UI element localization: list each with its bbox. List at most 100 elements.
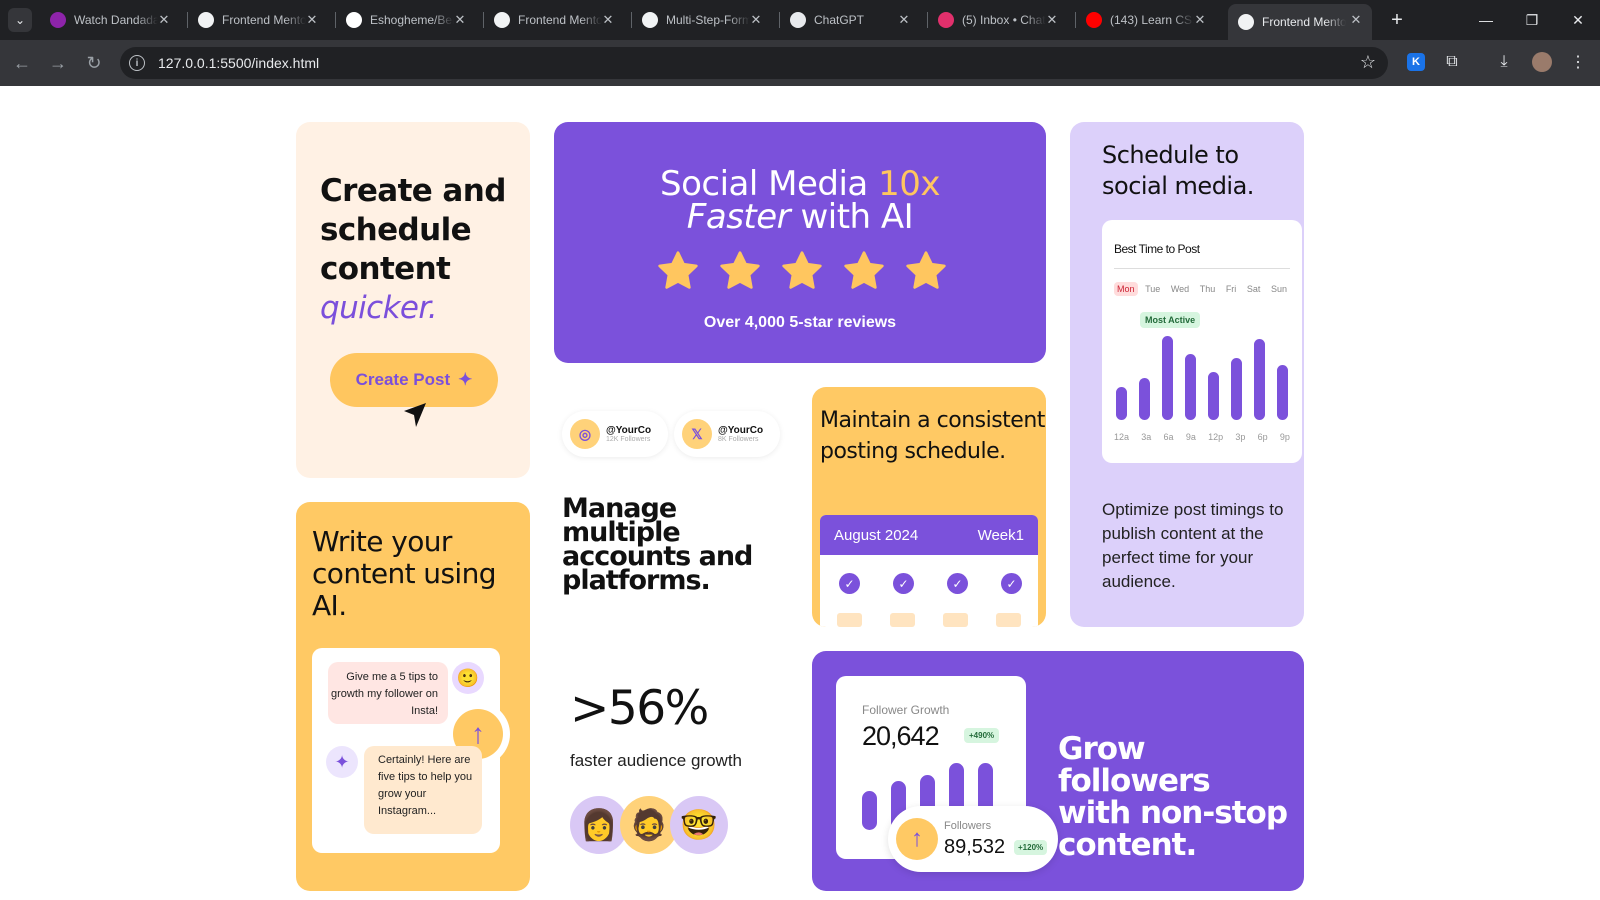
reload-button[interactable]: ↻ (80, 49, 108, 77)
site-info-icon[interactable]: i (129, 55, 145, 71)
calendar-header: August 2024 Week1 (820, 515, 1038, 555)
browser-tab[interactable]: Frontend Mentor ✕ (484, 4, 624, 36)
user-avatar: 🙂 (452, 662, 484, 694)
rating-stars (656, 250, 948, 292)
hour-label: 9p (1279, 432, 1290, 442)
browser-tab[interactable]: Multi-Step-Form ✕ (632, 4, 772, 36)
instagram-account-pill: ◎ @YourCo 12K Followers (562, 411, 668, 457)
close-tab-icon[interactable]: ✕ (452, 12, 468, 28)
browser-tab[interactable]: (5) Inbox • Chats ✕ (928, 4, 1068, 36)
favicon-icon (1238, 14, 1254, 30)
hour-label: 12p (1208, 432, 1224, 442)
more-menu-icon[interactable]: ⋮ (1566, 50, 1590, 74)
create-heading-line2: schedule (320, 212, 472, 248)
tab-title: Watch Dandadan (74, 13, 158, 27)
follower-bar (862, 791, 877, 830)
instagram-icon: ◎ (570, 419, 600, 449)
favicon-icon (938, 12, 954, 28)
account-handle: @YourCo (606, 425, 652, 436)
close-tab-icon[interactable]: ✕ (896, 12, 912, 28)
schedule-title: Schedule to social media. (1102, 141, 1254, 200)
activity-bar (1254, 339, 1265, 420)
close-tab-icon[interactable]: ✕ (748, 12, 764, 28)
followers-badge: +120% (1014, 840, 1048, 855)
browser-tab[interactable]: (143) Learn CSS ✕ (1076, 4, 1216, 36)
restore-button[interactable]: ❐ (1509, 0, 1555, 40)
close-tab-icon[interactable]: ✕ (156, 12, 172, 28)
hour-label: 3a (1141, 432, 1152, 442)
address-bar[interactable]: i 127.0.0.1:5500/index.html ☆ (120, 47, 1388, 79)
day-selector: Mon Tue Wed Thu Fri Sat Sun (1114, 282, 1290, 296)
day-label[interactable]: Mon (1114, 282, 1138, 296)
calendar-slot (996, 613, 1021, 627)
download-icon[interactable]: ⤓ (1492, 50, 1516, 74)
close-window-button[interactable]: ✕ (1555, 0, 1600, 40)
growth-label: faster audience growth (570, 751, 742, 770)
bookmark-star-icon[interactable]: ☆ (1360, 52, 1376, 73)
extensions-puzzle-icon[interactable]: ⧉ (1440, 50, 1464, 74)
close-tab-icon[interactable]: ✕ (1192, 12, 1208, 28)
consistent-card: Maintain a consistent posting schedule. … (812, 387, 1046, 627)
url-text[interactable]: 127.0.0.1:5500/index.html (158, 55, 319, 71)
divider (1114, 268, 1290, 269)
create-post-button[interactable]: Create Post ✦ (330, 353, 498, 407)
create-card: Create and schedule content quicker. Cre… (296, 122, 530, 478)
forward-button[interactable]: → (44, 49, 72, 77)
favicon-icon (494, 12, 510, 28)
close-tab-icon[interactable]: ✕ (1044, 12, 1060, 28)
calendar-slot (943, 613, 968, 627)
hero-card: Social Media 10x Faster with AI Over 4,0… (554, 122, 1046, 363)
day-label[interactable]: Thu (1197, 282, 1219, 296)
day-label[interactable]: Sat (1244, 282, 1264, 296)
x-account-pill: 𝕏 @YourCo 8K Followers (674, 411, 780, 457)
day-label[interactable]: Fri (1223, 282, 1240, 296)
ai-response: Certainly! Here are five tips to help yo… (364, 746, 482, 834)
browser-tab[interactable]: Frontend Mentor ✕ (1228, 4, 1372, 40)
hour-label: 6p (1257, 432, 1268, 442)
star-icon (844, 251, 884, 289)
chat-widget: Give me a 5 tips to growth my follower o… (312, 648, 510, 853)
accounts-card: ◎ @YourCo 12K Followers 𝕏 @YourCo 8K Follo… (554, 387, 788, 627)
browser-tab[interactable]: Eshogheme/Bento✕ (336, 4, 476, 36)
account-followers: 12K Followers (606, 436, 651, 443)
day-label[interactable]: Sun (1268, 282, 1290, 296)
browser-tab[interactable]: Watch Dandadan ✕ (40, 4, 180, 36)
activity-bar (1208, 372, 1219, 420)
close-tab-icon[interactable]: ✕ (304, 12, 320, 28)
close-tab-icon[interactable]: ✕ (1348, 12, 1364, 28)
schedule-description: Optimize post timings to publish content… (1102, 500, 1284, 591)
tab-title: Frontend Mentor (1262, 15, 1346, 29)
growth-stat: >56% (570, 681, 709, 736)
followers-card: Follower Growth 20,642 +490% ↑ Followers… (812, 651, 1304, 891)
favicon-icon (642, 12, 658, 28)
browser-tab[interactable]: Frontend Mentor ✕ (188, 4, 328, 36)
tab-search-button[interactable]: ⌄ (0, 0, 40, 40)
profile-avatar[interactable] (1530, 50, 1554, 74)
extension-k-icon[interactable]: K (1404, 50, 1428, 74)
back-button[interactable]: ← (8, 49, 36, 77)
create-heading: Create and schedule content quicker. (320, 172, 506, 328)
day-label[interactable]: Wed (1168, 282, 1192, 296)
calendar-checks: ✓ ✓ ✓ ✓ (839, 573, 1022, 594)
create-heading-line1: Create and (320, 173, 506, 209)
schedule-card: Schedule to social media. Best Time to P… (1070, 122, 1304, 627)
growth-card: >56% faster audience growth 👩 🧔 🤓 (554, 651, 788, 891)
browser-tab[interactable]: ChatGPT ✕ (780, 4, 920, 36)
avatar: 🤓 (670, 796, 728, 854)
most-active-badge: Most Active (1140, 312, 1201, 328)
check-icon: ✓ (839, 573, 860, 594)
day-label[interactable]: Tue (1142, 282, 1163, 296)
hero-line2: with AI (790, 197, 914, 237)
activity-bar (1277, 365, 1288, 420)
favicon-icon (198, 12, 214, 28)
user-message: Give me a 5 tips to growth my follower o… (328, 662, 448, 724)
close-tab-icon[interactable]: ✕ (600, 12, 616, 28)
star-icon (658, 251, 698, 289)
new-tab-button[interactable]: + (1385, 8, 1409, 32)
chevron-down-icon: ⌄ (8, 8, 32, 32)
activity-bars (1114, 332, 1290, 420)
activity-bar (1231, 358, 1242, 420)
calendar-week: Week1 (977, 526, 1024, 544)
minimize-button[interactable]: — (1463, 0, 1509, 40)
favicon-icon (50, 12, 66, 28)
